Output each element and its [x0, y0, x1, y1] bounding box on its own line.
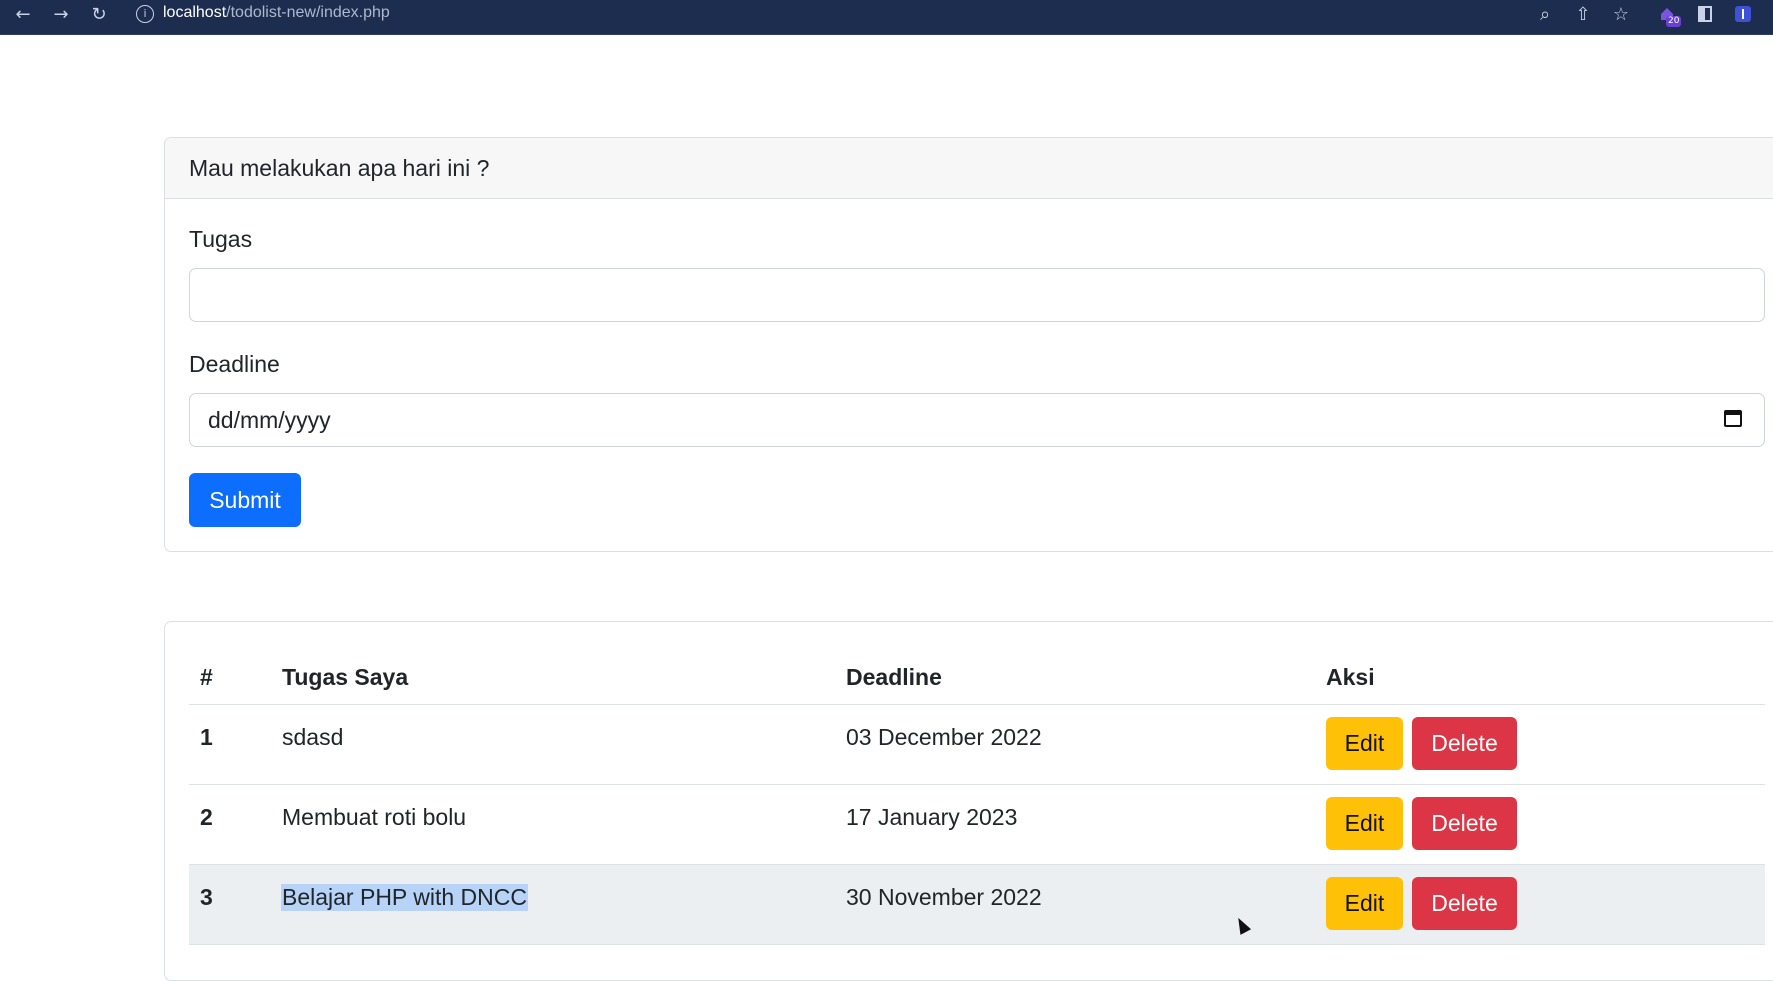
task-name: Membuat roti bolu	[282, 804, 467, 830]
col-header-task: Tugas Saya	[282, 664, 409, 690]
deadline-date-input[interactable]: dd/mm/yyyy	[189, 393, 1765, 447]
deadline-label: Deadline	[189, 351, 280, 377]
task-name-selected: Belajar PHP with DNCC	[281, 884, 528, 911]
row-number: 3	[200, 884, 213, 910]
col-header-deadline: Deadline	[846, 664, 942, 690]
site-info-icon[interactable]: i	[136, 5, 154, 23]
reading-list-icon[interactable]	[1690, 0, 1720, 28]
bookmark-star-icon[interactable]: ☆	[1606, 0, 1636, 28]
table-row: 2 Membuat roti bolu 17 January 2023 Edit…	[189, 785, 1765, 864]
deadline-placeholder: dd/mm/yyyy	[208, 407, 331, 433]
back-arrow-icon[interactable]: ←	[8, 0, 38, 28]
task-table-card: # Tugas Saya Deadline Aksi 1 sdasd 03 De…	[164, 621, 1773, 981]
task-deadline: 03 December 2022	[846, 724, 1042, 750]
zoom-icon[interactable]: ⌕	[1530, 0, 1560, 28]
forward-arrow-icon[interactable]: →	[46, 0, 76, 28]
task-label: Tugas	[189, 226, 253, 252]
share-icon[interactable]: ⇧	[1568, 0, 1598, 28]
col-header-number: #	[200, 664, 213, 690]
url-host: localhost	[163, 4, 227, 21]
task-deadline: 30 November 2022	[846, 884, 1042, 910]
row-number: 1	[200, 724, 213, 750]
browser-toolbar: ← → ↻ i localhost/todolist-new/index.php…	[0, 0, 1773, 35]
table-row: 1 sdasd 03 December 2022 Edit Delete	[189, 705, 1765, 784]
submit-button[interactable]: Submit	[189, 473, 301, 527]
row-divider	[189, 944, 1765, 945]
task-form-card: Mau melakukan apa hari ini ? Tugas Deadl…	[164, 137, 1773, 552]
calendar-icon[interactable]	[1724, 410, 1742, 427]
delete-button[interactable]: Delete	[1412, 877, 1517, 930]
reload-icon[interactable]: ↻	[84, 0, 114, 28]
delete-button[interactable]: Delete	[1412, 797, 1517, 850]
edit-button[interactable]: Edit	[1326, 797, 1403, 850]
extension-badge: 20	[1666, 16, 1682, 27]
url-path: /todolist-new/index.php	[226, 4, 390, 21]
col-header-actions: Aksi	[1326, 664, 1375, 690]
table-row: 3 Belajar PHP with DNCC 30 November 2022…	[189, 865, 1765, 944]
task-deadline: 17 January 2023	[846, 804, 1018, 830]
address-bar[interactable]: localhost/todolist-new/index.php	[163, 4, 390, 22]
task-name: sdasd	[282, 724, 344, 750]
delete-button[interactable]: Delete	[1412, 717, 1517, 770]
profile-extension-icon[interactable]	[1728, 0, 1758, 28]
row-number: 2	[200, 804, 213, 830]
task-input[interactable]	[189, 268, 1765, 322]
form-card-header: Mau melakukan apa hari ini ?	[165, 138, 1773, 199]
edit-button[interactable]: Edit	[1326, 717, 1403, 770]
edit-button[interactable]: Edit	[1326, 877, 1403, 930]
